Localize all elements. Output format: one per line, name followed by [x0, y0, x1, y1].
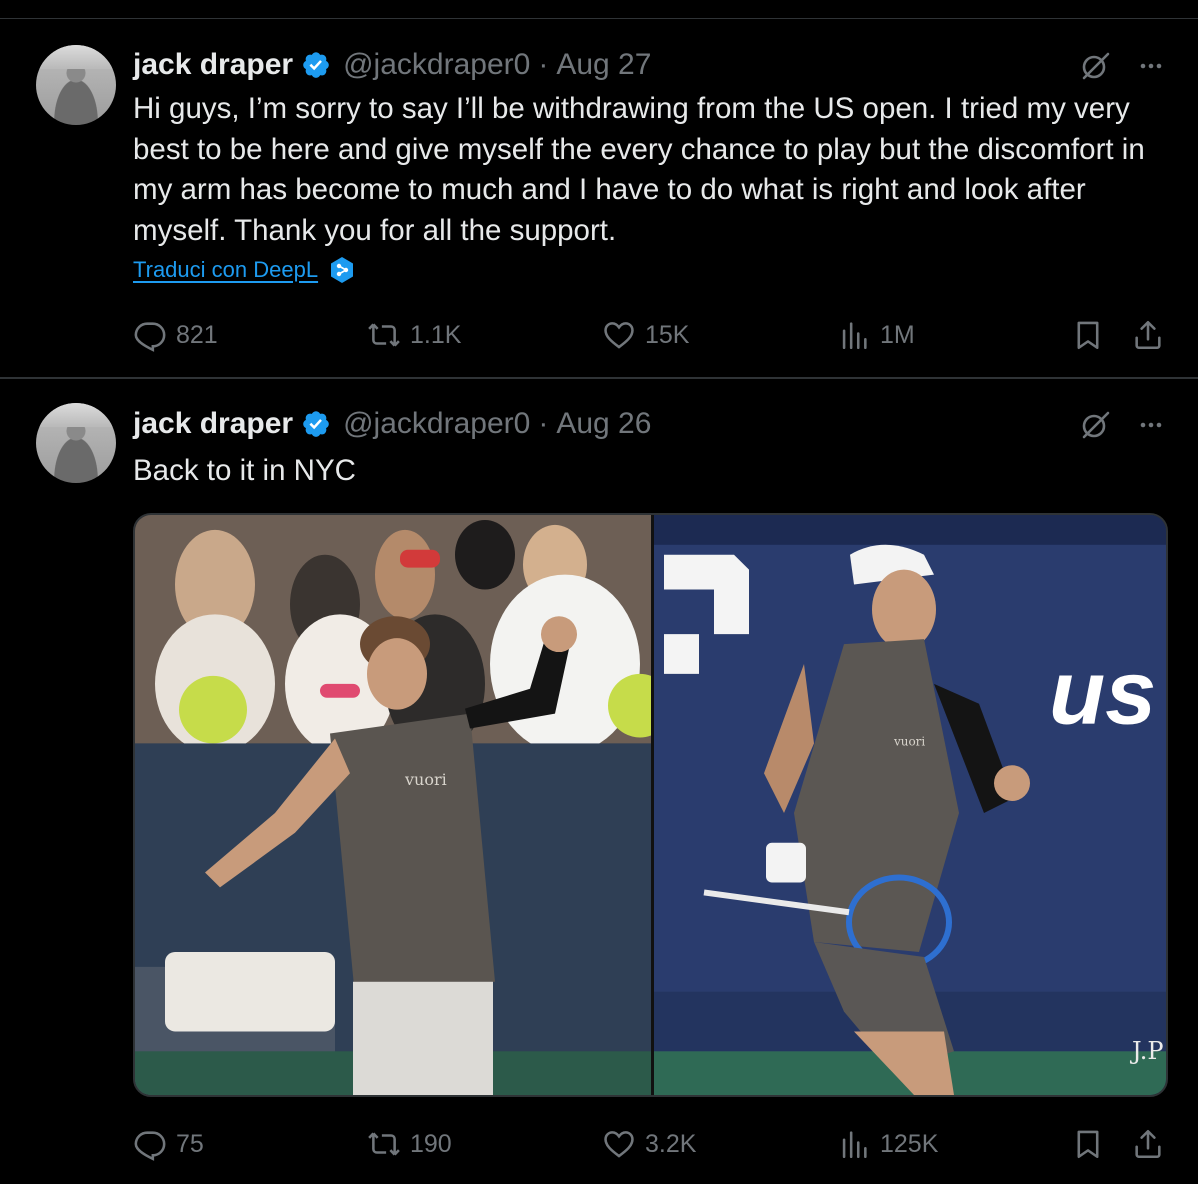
repost-count: 190: [410, 1129, 452, 1158]
author-handle[interactable]: @jackdraper0: [343, 407, 530, 441]
author-name[interactable]: jack draper: [133, 48, 293, 82]
share-button[interactable]: [1131, 315, 1165, 355]
action-bar: 75 190 3.2K 125K: [133, 1124, 1173, 1164]
author-handle[interactable]: @jackdraper0: [343, 48, 530, 82]
repost-button[interactable]: 190: [367, 1124, 452, 1164]
bookmark-button[interactable]: [1071, 315, 1105, 355]
like-count: 15K: [645, 320, 690, 349]
wall-logo-text: us: [1049, 642, 1156, 744]
tweet-photo-racket[interactable]: us J.P vuori: [654, 515, 1166, 1095]
repost-button[interactable]: 1.1K: [367, 315, 461, 355]
tweet[interactable]: jack draper @jackdraper0 · Aug 27 Hi guy…: [0, 19, 1198, 379]
views-count: 125K: [880, 1129, 939, 1158]
repost-icon: [368, 323, 400, 347]
reply-button[interactable]: 821: [133, 315, 218, 355]
more-icon[interactable]: [1134, 408, 1168, 442]
reply-count: 75: [176, 1129, 204, 1158]
views-icon: [842, 1131, 867, 1159]
like-count: 3.2K: [645, 1129, 697, 1158]
tweet-date[interactable]: Aug 27: [556, 48, 651, 82]
like-button[interactable]: 15K: [602, 315, 689, 355]
tweet[interactable]: jack draper @jackdraper0 · Aug 26 Back t…: [0, 381, 1198, 1184]
bookmark-icon: [1077, 1130, 1099, 1159]
avatar[interactable]: [36, 403, 116, 483]
photo-racket-image: us J.P vuori: [654, 515, 1166, 1095]
photo-celebration-image: vuori: [135, 515, 651, 1095]
action-bar: 821 1.1K 15K 1M: [133, 315, 1173, 355]
tweet-media[interactable]: vuori us J.P vuori: [133, 513, 1168, 1097]
tweet-text: Back to it in NYC: [133, 454, 356, 487]
shirt-logo-text: vuori: [404, 770, 447, 789]
header-separator: ·: [538, 48, 549, 81]
tweet-header: jack draper @jackdraper0 · Aug 26: [133, 404, 651, 444]
translate-row: Traduci con DeepL: [133, 256, 356, 284]
bookmark-icon: [1077, 321, 1099, 350]
grok-icon[interactable]: [1078, 408, 1112, 442]
reply-button[interactable]: 75: [133, 1124, 204, 1164]
repost-count: 1.1K: [410, 320, 462, 349]
like-icon: [604, 1131, 634, 1158]
deepl-icon[interactable]: [328, 256, 356, 284]
share-icon: [1135, 320, 1161, 350]
author-name[interactable]: jack draper: [133, 407, 293, 441]
share-button[interactable]: [1131, 1124, 1165, 1164]
views-button[interactable]: 1M: [837, 315, 915, 355]
verified-badge-icon: [303, 52, 329, 78]
reply-icon: [134, 322, 166, 352]
header-separator: ·: [538, 407, 549, 440]
verified-badge-icon: [303, 411, 329, 437]
reply-icon: [134, 1131, 166, 1161]
like-button[interactable]: 3.2K: [602, 1124, 696, 1164]
share-icon: [1135, 1129, 1161, 1159]
bookmark-button[interactable]: [1071, 1124, 1105, 1164]
views-count: 1M: [880, 320, 915, 349]
shirt-logo-text: vuori: [893, 734, 925, 748]
more-icon[interactable]: [1134, 49, 1168, 83]
translate-link[interactable]: Traduci con DeepL: [133, 257, 318, 283]
views-button[interactable]: 125K: [837, 1124, 938, 1164]
reply-count: 821: [176, 320, 218, 349]
tweet-header: jack draper @jackdraper0 · Aug 27: [133, 45, 651, 85]
banner-text: J.P: [1130, 1037, 1164, 1065]
repost-icon: [368, 1132, 400, 1156]
avatar[interactable]: [36, 45, 116, 125]
grok-icon[interactable]: [1078, 49, 1112, 83]
like-icon: [604, 322, 634, 349]
tweet-text: Hi guys, I’m sorry to say I’ll be withdr…: [133, 92, 1145, 247]
views-icon: [842, 322, 867, 350]
tweet-photo-celebration[interactable]: vuori: [135, 515, 651, 1095]
tweet-date[interactable]: Aug 26: [556, 407, 651, 441]
